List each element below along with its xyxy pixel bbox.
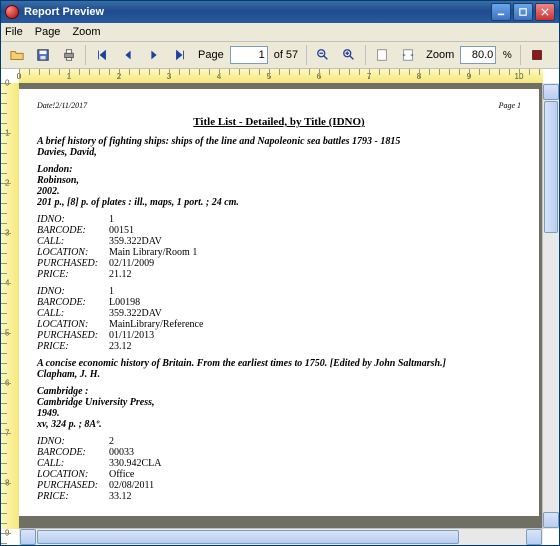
report-entry: A brief history of fighting ships: ships… <box>37 136 521 352</box>
fit-page-button[interactable] <box>370 43 394 67</box>
close-button[interactable] <box>535 3 555 21</box>
fit-width-button[interactable] <box>396 43 420 67</box>
zoom-pct-button[interactable]: % <box>498 43 516 67</box>
menu-zoom[interactable]: Zoom <box>72 26 100 38</box>
zoom-in-button[interactable] <box>337 43 361 67</box>
scrollbar-vertical[interactable] <box>542 83 559 529</box>
report-page: Date!2/11/2017 Page 1 Title List - Detai… <box>19 89 539 516</box>
zoom-input[interactable] <box>460 46 496 64</box>
of-pages: of 57 <box>274 49 298 61</box>
maximize-button[interactable] <box>513 3 533 21</box>
next-page-button[interactable] <box>142 43 166 67</box>
prev-page-button[interactable] <box>116 43 140 67</box>
app-icon <box>5 5 19 19</box>
toolbar: Page of 57 Zoom % <box>1 42 559 69</box>
ruler-vertical: 0123456789 <box>1 83 20 529</box>
report-title: Title List - Detailed, by Title (IDNO) <box>37 116 521 128</box>
window-title: Report Preview <box>24 6 491 18</box>
report-date: Date!2/11/2017 <box>37 101 87 110</box>
close-preview-button[interactable] <box>525 43 549 67</box>
copy-details: IDNO:1BARCODE:L00198CALL:359.322DAVLOCAT… <box>37 286 521 352</box>
menubar: File Page Zoom <box>1 23 559 42</box>
print-button[interactable] <box>57 43 81 67</box>
titlebar[interactable]: Report Preview <box>1 1 559 23</box>
report-entry: A concise economic history of Britain. F… <box>37 358 521 502</box>
open-button[interactable] <box>5 43 29 67</box>
last-page-button[interactable] <box>168 43 192 67</box>
zoom-label: Zoom <box>426 49 454 61</box>
first-page-button[interactable] <box>90 43 114 67</box>
report-preview-window: Report Preview File Page Zoom Page of 57… <box>0 0 560 546</box>
ruler-horizontal: 012345678910 <box>19 69 543 84</box>
copy-details: IDNO:1BARCODE:00151CALL:359.322DAVLOCATI… <box>37 214 521 280</box>
report-page-no: Page 1 <box>499 101 521 110</box>
preview-viewer: 012345678910 0123456789 Date!2/11/2017 P… <box>1 69 559 545</box>
zoom-out-button[interactable] <box>311 43 335 67</box>
page-label: Page <box>198 49 224 61</box>
page-canvas[interactable]: Date!2/11/2017 Page 1 Title List - Detai… <box>19 83 543 529</box>
menu-file[interactable]: File <box>5 26 23 38</box>
page-input[interactable] <box>230 46 268 64</box>
menu-page[interactable]: Page <box>35 26 61 38</box>
scrollbar-horizontal[interactable] <box>19 528 543 545</box>
copy-details: IDNO:2BARCODE:00033CALL:330.942CLALOCATI… <box>37 436 521 502</box>
save-button[interactable] <box>31 43 55 67</box>
minimize-button[interactable] <box>491 3 511 21</box>
